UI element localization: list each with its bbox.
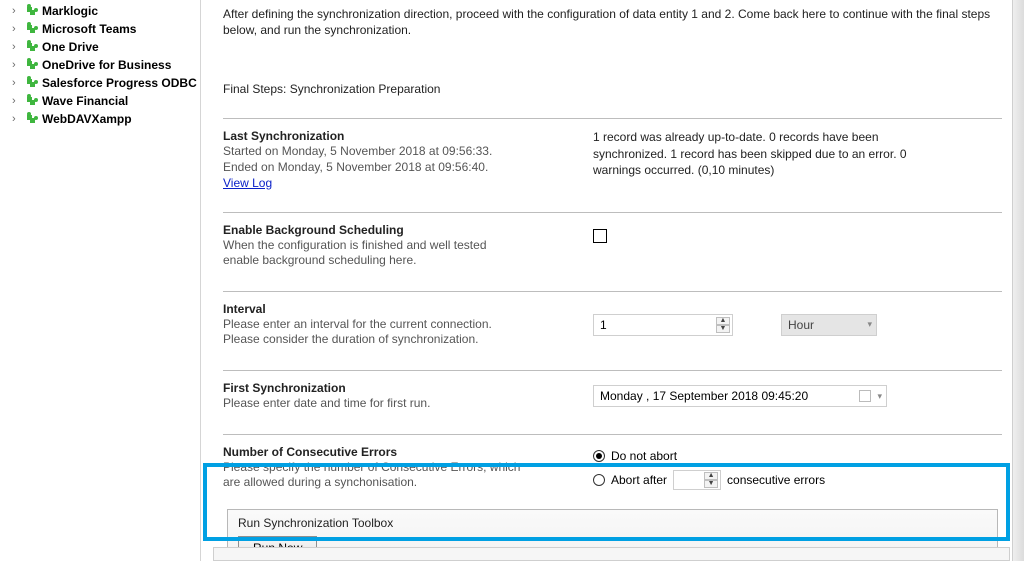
interval-value-input[interactable]: 1 ▲▼ — [593, 314, 733, 336]
chevron-right-icon: › — [12, 24, 24, 35]
chevron-right-icon: › — [12, 60, 24, 71]
puzzle-icon — [24, 112, 42, 126]
consec-opt2a-label: Abort after — [611, 473, 667, 487]
puzzle-icon — [24, 58, 42, 72]
sidebar-item-label: Microsoft Teams — [42, 22, 136, 36]
radio-unchecked-icon — [593, 474, 605, 486]
sidebar-tree: › Marklogic › Microsoft Teams › One Driv… — [0, 0, 200, 561]
sidebar-item-marklogic[interactable]: › Marklogic — [0, 2, 200, 20]
section-first-sync: First Synchronization Please enter date … — [223, 370, 1002, 412]
interval-value-text: 1 — [600, 318, 607, 332]
consec-opt2b-label: consecutive errors — [727, 473, 825, 487]
first-sync-title: First Synchronization — [223, 381, 573, 395]
vertical-scrollbar[interactable] — [1012, 0, 1024, 561]
consec-radio-noabort-row[interactable]: Do not abort — [593, 445, 677, 467]
first-sync-value: Monday , 17 September 2018 09:45:20 — [600, 389, 808, 403]
first-sync-datepicker[interactable]: Monday , 17 September 2018 09:45:20 ▾ — [593, 385, 887, 407]
sidebar-item-webdav[interactable]: › WebDAVXampp — [0, 110, 200, 128]
interval-title: Interval — [223, 302, 573, 316]
sidebar-item-msteams[interactable]: › Microsoft Teams — [0, 20, 200, 38]
puzzle-icon — [24, 4, 42, 18]
main-panel: After defining the synchronization direc… — [200, 0, 1012, 561]
intro-text: After defining the synchronization direc… — [223, 6, 1002, 38]
sidebar-item-salesforce[interactable]: › Salesforce Progress ODBC — [0, 74, 200, 92]
chevron-down-icon: ▾ — [877, 391, 882, 402]
radio-checked-icon — [593, 450, 605, 462]
interval-desc1: Please enter an interval for the current… — [223, 317, 573, 333]
view-log-link[interactable]: View Log — [223, 176, 272, 190]
consec-title: Number of Consecutive Errors — [223, 445, 573, 459]
section-interval: Interval Please enter an interval for th… — [223, 291, 1002, 348]
first-sync-desc: Please enter date and time for first run… — [223, 396, 573, 412]
consec-spinner[interactable]: ▲▼ — [704, 472, 718, 488]
sidebar-item-onedrive-business[interactable]: › OneDrive for Business — [0, 56, 200, 74]
chevron-right-icon: › — [12, 114, 24, 125]
last-sync-ended: Ended on Monday, 5 November 2018 at 09:5… — [223, 160, 573, 176]
final-steps-heading: Final Steps: Synchronization Preparation — [223, 82, 1002, 96]
sidebar-item-onedrive[interactable]: › One Drive — [0, 38, 200, 56]
puzzle-icon — [24, 76, 42, 90]
sidebar-item-label: WebDAVXampp — [42, 112, 132, 126]
consec-opt1-label: Do not abort — [611, 449, 677, 463]
section-last-sync: Last Synchronization Started on Monday, … — [223, 118, 1002, 189]
consec-desc1: Please specify the number of Consecutive… — [223, 460, 573, 476]
consec-count-input[interactable]: ▲▼ — [673, 470, 721, 490]
bg-sched-checkbox[interactable] — [593, 229, 607, 243]
puzzle-icon — [24, 40, 42, 54]
chevron-right-icon: › — [12, 42, 24, 53]
sidebar-item-label: One Drive — [42, 40, 99, 54]
sidebar-item-wave[interactable]: › Wave Financial — [0, 92, 200, 110]
sidebar-item-label: Salesforce Progress ODBC — [42, 76, 197, 90]
last-sync-status: 1 record was already up-to-date. 0 recor… — [593, 129, 953, 178]
section-bg-scheduling: Enable Background Scheduling When the co… — [223, 212, 1002, 269]
consec-desc2: are allowed during a synchonisation. — [223, 475, 573, 491]
bg-sched-title: Enable Background Scheduling — [223, 223, 573, 237]
calendar-square-icon — [859, 390, 871, 402]
last-sync-started: Started on Monday, 5 November 2018 at 09… — [223, 144, 573, 160]
interval-unit-combo[interactable]: Hour ▾ — [781, 314, 877, 336]
chevron-right-icon: › — [12, 6, 24, 17]
chevron-right-icon: › — [12, 96, 24, 107]
sidebar-item-label: OneDrive for Business — [42, 58, 171, 72]
puzzle-icon — [24, 22, 42, 36]
interval-unit-text: Hour — [788, 318, 814, 332]
chevron-right-icon: › — [12, 78, 24, 89]
consec-radio-abort-row[interactable]: Abort after ▲▼ consecutive errors — [593, 469, 825, 491]
sidebar-item-label: Wave Financial — [42, 94, 128, 108]
run-panel-title: Run Synchronization Toolbox — [238, 516, 989, 530]
interval-spinner[interactable]: ▲▼ — [716, 317, 730, 333]
bg-sched-desc2: enable background scheduling here. — [223, 253, 573, 269]
section-consec-errors: Number of Consecutive Errors Please spec… — [223, 434, 1002, 491]
last-sync-title: Last Synchronization — [223, 129, 573, 143]
chevron-down-icon: ▾ — [867, 319, 872, 330]
puzzle-icon — [24, 94, 42, 108]
sidebar-item-label: Marklogic — [42, 4, 98, 18]
interval-desc2: Please consider the duration of synchron… — [223, 332, 573, 348]
bottom-panel — [213, 547, 1010, 561]
bg-sched-desc1: When the configuration is finished and w… — [223, 238, 573, 254]
